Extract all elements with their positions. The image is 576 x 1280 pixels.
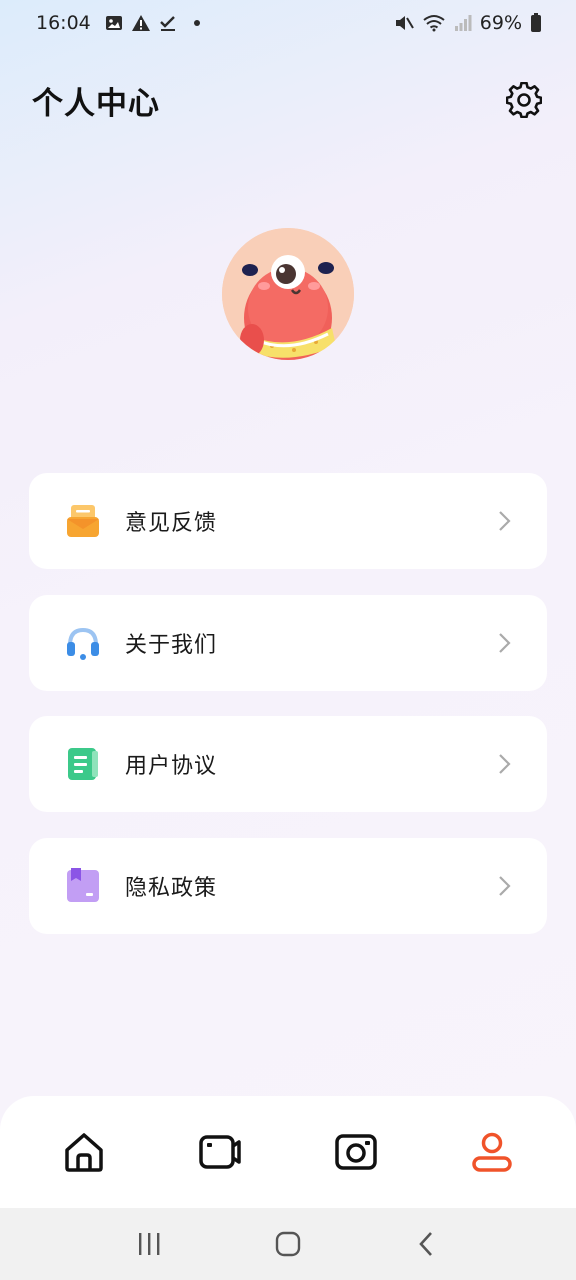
- system-nav-bar: [0, 1208, 576, 1280]
- status-right: 69%: [394, 12, 542, 34]
- home-button[interactable]: [258, 1214, 318, 1274]
- menu-item-privacy-policy[interactable]: 隐私政策: [29, 837, 547, 934]
- gear-icon: [506, 82, 542, 118]
- status-left: 16:04: [36, 12, 201, 34]
- menu-item-feedback[interactable]: 意见反馈: [29, 473, 547, 569]
- menu-label-user-agreement: 用户协议: [125, 754, 218, 779]
- chevron-right-icon: [499, 511, 511, 531]
- status-bar: 16:04 69%: [0, 0, 576, 46]
- chevron-right-icon: [499, 632, 511, 653]
- wifi-icon: [422, 14, 446, 32]
- menu-label-about: 关于我们: [125, 632, 218, 658]
- tab-camera[interactable]: [320, 1116, 392, 1188]
- chevron-right-icon: [499, 754, 511, 774]
- profile-icon: [472, 1132, 512, 1172]
- mute-icon: [394, 14, 414, 32]
- checkmark-icon: [159, 14, 177, 32]
- tab-profile[interactable]: [456, 1116, 528, 1188]
- privacy-icon: [65, 867, 101, 904]
- tab-home[interactable]: [48, 1116, 120, 1188]
- page-title: 个人中心: [32, 85, 160, 122]
- home-button-icon: [275, 1231, 301, 1257]
- menu-label-privacy-policy: 隐私政策: [125, 875, 218, 901]
- tab-video[interactable]: [184, 1116, 256, 1188]
- battery-icon: [530, 13, 542, 33]
- headset-icon: [65, 625, 101, 661]
- back-button[interactable]: [397, 1214, 457, 1274]
- settings-button[interactable]: [504, 80, 544, 120]
- image-icon: [105, 14, 123, 32]
- home-icon: [65, 1133, 103, 1172]
- dot-icon: [193, 19, 201, 27]
- bottom-tab-bar: [0, 1096, 576, 1208]
- back-icon: [418, 1232, 432, 1256]
- battery-percent: 69%: [479, 12, 522, 34]
- avatar[interactable]: [222, 228, 354, 360]
- header: 个人中心: [0, 70, 576, 130]
- recent-apps-icon: [139, 1233, 160, 1255]
- warning-icon: [131, 14, 151, 32]
- feedback-icon: [65, 503, 101, 539]
- menu-item-about[interactable]: 关于我们: [29, 594, 547, 691]
- status-time: 16:04: [36, 12, 91, 34]
- recent-apps-button[interactable]: [119, 1214, 179, 1274]
- video-camera-icon: [199, 1135, 241, 1169]
- menu-label-feedback: 意见反馈: [125, 511, 218, 536]
- chevron-right-icon: [499, 875, 511, 896]
- camera-icon: [335, 1134, 377, 1170]
- menu-list: 意见反馈 关于我们 用户协议 隐私政策: [29, 473, 547, 959]
- cyclops-monster-avatar: [222, 228, 354, 360]
- menu-item-user-agreement[interactable]: 用户协议: [29, 716, 547, 812]
- document-icon: [65, 746, 101, 782]
- signal-icon: [454, 14, 472, 32]
